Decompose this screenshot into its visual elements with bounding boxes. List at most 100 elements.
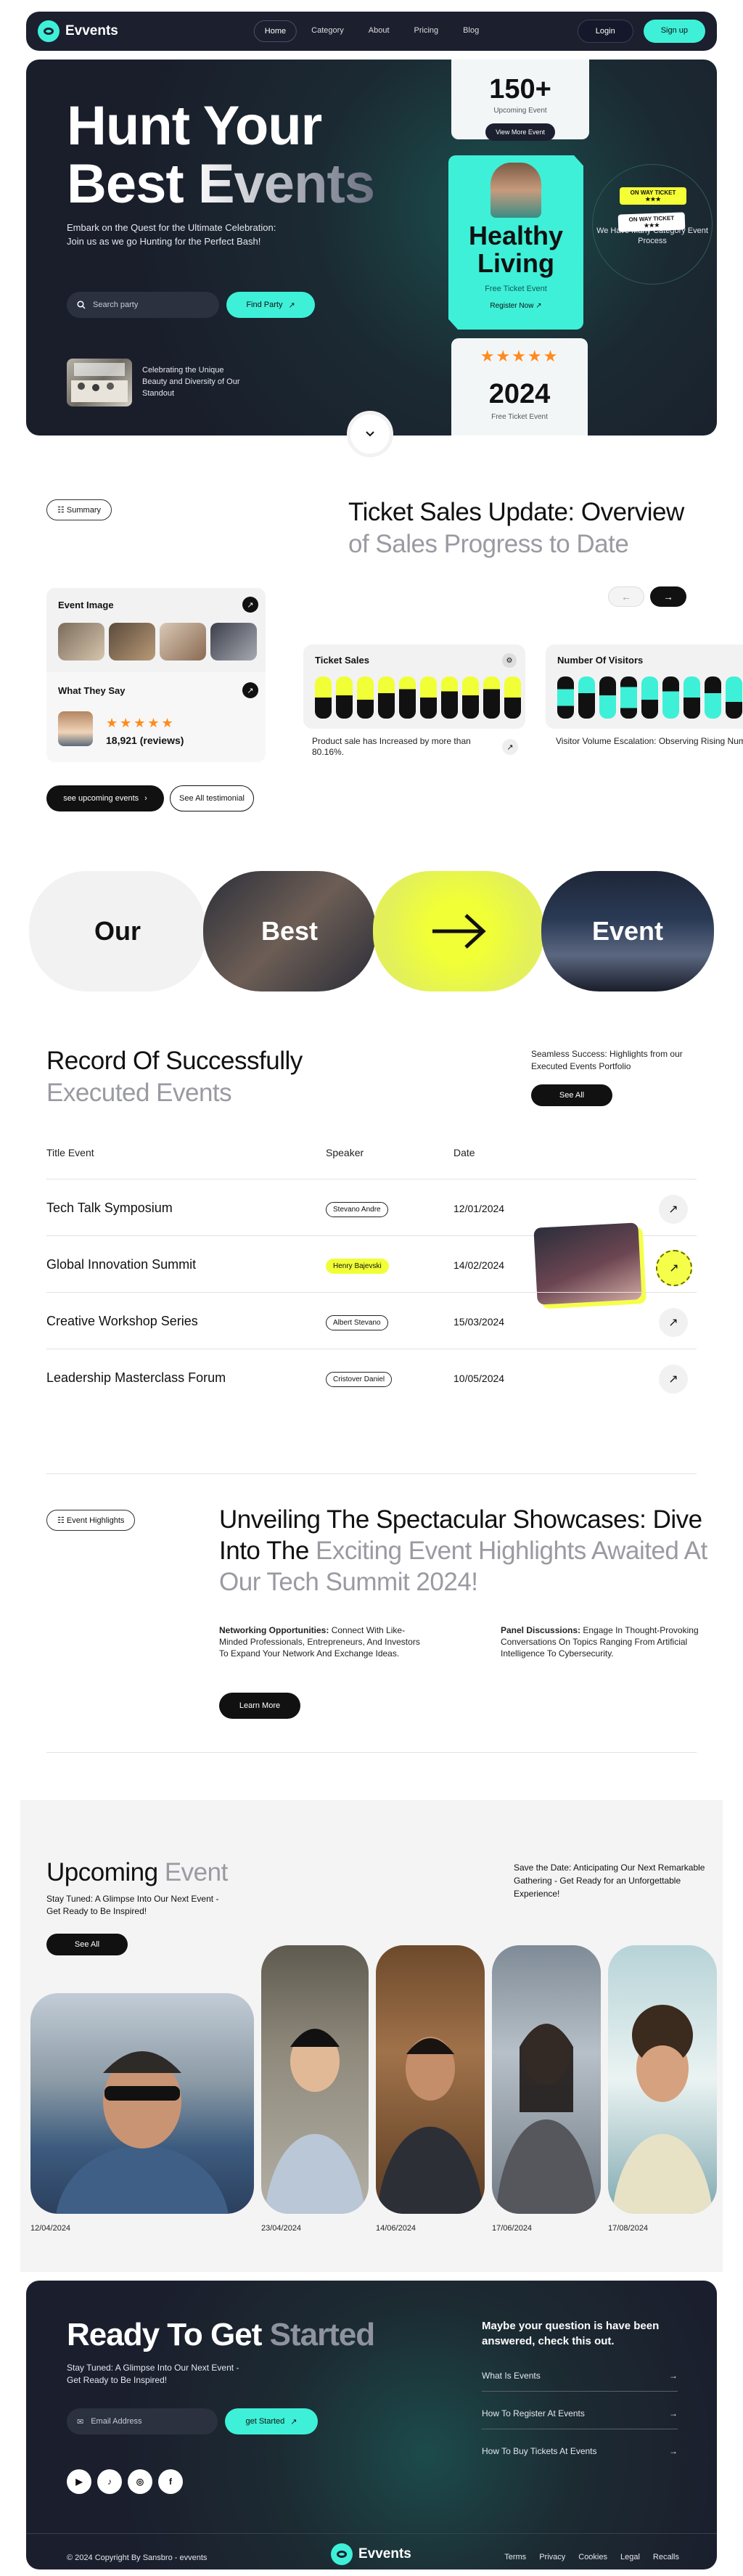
signup-button[interactable]: Sign up <box>643 20 705 43</box>
register-now-button[interactable]: Register Now ↗ <box>448 302 583 310</box>
gear-icon[interactable]: ⚙ <box>502 653 517 668</box>
record-see-all-button[interactable]: See All <box>531 1084 612 1106</box>
nav-about[interactable]: About <box>358 20 400 42</box>
see-upcoming-events-button[interactable]: see upcoming events › <box>46 785 164 811</box>
nav-blog[interactable]: Blog <box>453 20 489 42</box>
footer-link-privacy[interactable]: Privacy <box>539 2553 565 2561</box>
facebook-icon[interactable]: f <box>158 2469 183 2494</box>
section-divider <box>46 1473 697 1474</box>
learn-more-button[interactable]: Learn More <box>219 1693 300 1719</box>
carousel-arrows: ← → <box>608 586 686 607</box>
tiktok-icon[interactable]: ♪ <box>97 2469 122 2494</box>
section-divider <box>46 1752 697 1753</box>
event-speaker-photo[interactable] <box>30 1993 254 2214</box>
table-row-title[interactable]: Tech Talk Symposium <box>46 1201 173 1216</box>
event-speaker-photo[interactable] <box>608 1945 717 2214</box>
event-date: 10/05/2024 <box>453 1373 505 1384</box>
brand-logo[interactable]: Evvents <box>38 20 118 42</box>
ticket-sticker-yellow: ON WAY TICKET ★★★ <box>620 187 686 205</box>
see-all-testimonial-button[interactable]: See All testimonial <box>170 785 254 811</box>
arrow-right-icon: → <box>669 2446 678 2456</box>
featured-event-title: Healthy Living <box>468 221 564 278</box>
reviewer-avatar <box>58 711 93 746</box>
footer-logo[interactable]: Evvents <box>331 2543 411 2565</box>
arrow-right-icon: → <box>669 2371 678 2381</box>
upcoming-title: Upcoming Event <box>46 1858 228 1886</box>
hero-thumbnail-image <box>67 359 132 406</box>
footer-link-legal[interactable]: Legal <box>620 2553 640 2561</box>
upcoming-see-all-button[interactable]: See All <box>46 1934 128 1955</box>
chevron-down-icon <box>366 431 374 437</box>
event-date-label: 17/06/2024 <box>492 2224 533 2233</box>
event-date-label: 23/04/2024 <box>261 2224 302 2233</box>
footer-link-terms[interactable]: Terms <box>504 2553 526 2561</box>
record-title: Record Of Successfully Executed Events <box>46 1047 303 1107</box>
cta-subtitle: Stay Tuned: A Glimpse Into Our Next Even… <box>67 2363 239 2385</box>
ticket-sales-label: Ticket Sales <box>315 655 369 666</box>
event-date: 15/03/2024 <box>453 1316 505 1328</box>
faq-item[interactable]: What Is Events → <box>482 2371 678 2392</box>
arrow-right-pill[interactable] <box>373 871 544 991</box>
event-date: 12/01/2024 <box>453 1203 505 1214</box>
copyright-text: © 2024 Copyright By Sansbro - evvents <box>67 2553 208 2562</box>
arrow-up-right-icon[interactable]: ↗ <box>502 739 518 755</box>
event-speaker-photo[interactable] <box>376 1945 485 2214</box>
ticket-sticker-white: ON WAY TICKET ★★★ <box>617 212 686 232</box>
our-word-pill: Our <box>29 871 206 991</box>
ticket-sales-card: Ticket Sales ⚙ <box>303 645 525 729</box>
event-image-label: Event Image <box>58 600 114 610</box>
row-open-button[interactable]: ↗ <box>659 1195 688 1224</box>
footer-link-cookies[interactable]: Cookies <box>578 2553 607 2561</box>
search-icon <box>77 300 86 309</box>
visitors-bars <box>557 676 742 719</box>
view-more-event-button[interactable]: View More Event <box>485 123 555 141</box>
arrow-up-right-icon[interactable]: ↗ <box>242 597 258 613</box>
event-speaker-photo[interactable] <box>492 1945 601 2214</box>
year-value: 2024 <box>488 379 551 409</box>
event-thumbnail[interactable] <box>160 623 206 661</box>
event-speaker-photo[interactable] <box>261 1945 369 2214</box>
youtube-icon[interactable]: ▶ <box>67 2469 91 2494</box>
upcoming-subtitle: Stay Tuned: A Glimpse Into Our Next Even… <box>46 1894 219 1916</box>
nav-category[interactable]: Category <box>301 20 354 42</box>
login-button[interactable]: Login <box>577 20 633 43</box>
event-thumbnail[interactable] <box>109 623 155 661</box>
table-row-title[interactable]: Global Innovation Summit <box>46 1257 196 1272</box>
event-image-panel: Event Image ↗ What They Say ↗ ★★★★★ 18,9… <box>46 588 266 762</box>
scroll-down-button[interactable] <box>347 411 393 457</box>
next-arrow-button[interactable]: → <box>650 586 686 607</box>
row-open-button[interactable]: ↗ <box>659 1308 688 1337</box>
summary-tag: ☷ Summary <box>46 499 112 520</box>
speaker-photo <box>490 163 541 218</box>
row-open-button[interactable]: ↗ <box>659 1365 688 1394</box>
footer-link-recalls[interactable]: Recalls <box>653 2553 679 2561</box>
table-row-title[interactable]: Creative Workshop Series <box>46 1314 198 1329</box>
highlights-tag: ☷ Event Highlights <box>46 1510 136 1531</box>
mail-icon: ✉ <box>77 2417 84 2426</box>
find-party-button[interactable]: Find Party ↗ <box>226 292 315 318</box>
email-input[interactable]: ✉ Email Address <box>67 2408 218 2434</box>
brand-name: Evvents <box>65 23 118 38</box>
nav-home[interactable]: Home <box>253 20 297 42</box>
event-image-thumbnails <box>58 623 257 661</box>
instagram-icon[interactable]: ◎ <box>128 2469 152 2494</box>
arrow-up-right-icon: ↗ <box>290 2417 297 2426</box>
table-row-title[interactable]: Leadership Masterclass Forum <box>46 1370 226 1386</box>
page: Evvents Home Category About Pricing Blog… <box>0 0 743 2576</box>
faq-item[interactable]: How To Buy Tickets At Events → <box>482 2446 678 2466</box>
row-open-button[interactable]: ↗ <box>656 1250 692 1286</box>
nav-pricing[interactable]: Pricing <box>404 20 449 42</box>
get-started-button[interactable]: get Started ↗ <box>225 2408 318 2434</box>
best-word-pill: Best <box>203 871 376 991</box>
event-thumbnail[interactable] <box>58 623 104 661</box>
faq-item[interactable]: How To Register At Events → <box>482 2408 678 2429</box>
featured-event-card[interactable]: Healthy Living Free Ticket Event Register… <box>448 155 583 330</box>
faq-title: Maybe your question is have been answere… <box>482 2320 660 2347</box>
prev-arrow-button[interactable]: ← <box>608 586 644 607</box>
hero-section: Hunt Your Best Events Embark on the Ques… <box>26 60 717 436</box>
event-thumbnail[interactable] <box>210 623 257 661</box>
hero-title: Hunt Your Best Events <box>67 97 375 213</box>
arrow-up-right-icon[interactable]: ↗ <box>242 682 258 698</box>
arrow-up-right-icon: ↗ <box>288 300 295 310</box>
hero-search-input[interactable]: Search party <box>67 292 219 318</box>
